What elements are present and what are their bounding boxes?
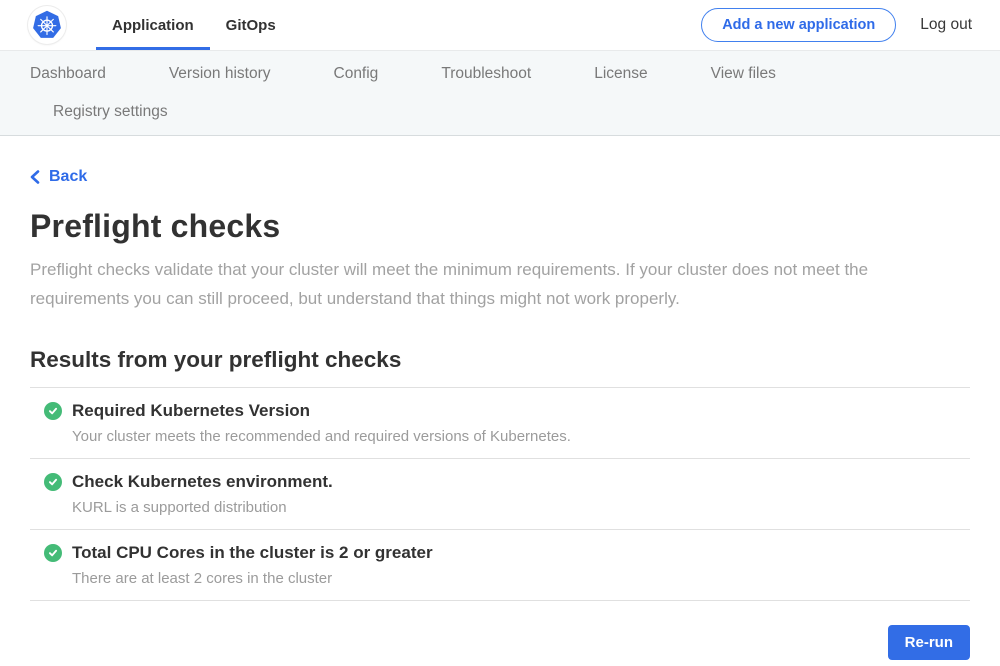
tab-application-label: Application [112, 17, 194, 34]
subnav-item-troubleshoot[interactable]: Troubleshoot [441, 61, 531, 87]
kubernetes-logo-icon [28, 6, 66, 44]
check-list: Required Kubernetes Version Your cluster… [30, 387, 970, 601]
tab-gitops[interactable]: GitOps [210, 0, 292, 50]
results-heading: Results from your preflight checks [30, 347, 970, 373]
tab-application[interactable]: Application [96, 0, 210, 50]
subnav-item-registry-settings[interactable]: Registry settings [53, 99, 168, 125]
check-circle-icon [44, 473, 62, 491]
subnav-item-license[interactable]: License [594, 61, 647, 87]
check-row-header: Required Kubernetes Version [44, 401, 970, 421]
admin-console-page: Application GitOps Add a new application… [0, 0, 1000, 660]
check-circle-icon [44, 544, 62, 562]
check-message: There are at least 2 cores in the cluste… [44, 570, 970, 587]
logout-link[interactable]: Log out [920, 16, 972, 34]
add-application-button[interactable]: Add a new application [701, 8, 896, 42]
top-nav-bar: Application GitOps Add a new application… [0, 0, 1000, 51]
check-message: KURL is a supported distribution [44, 499, 970, 516]
app-subnav: Dashboard Version history Config Trouble… [0, 51, 1000, 136]
rerun-button[interactable]: Re-run [888, 625, 970, 660]
check-title: Check Kubernetes environment. [72, 472, 333, 492]
subnav-row-1: Dashboard Version history Config Trouble… [30, 61, 970, 87]
check-row-cpu-cores: Total CPU Cores in the cluster is 2 or g… [30, 530, 970, 601]
check-circle-icon [44, 402, 62, 420]
page-title: Preflight checks [30, 208, 970, 245]
preflight-content: Back Preflight checks Preflight checks v… [0, 136, 1000, 660]
page-description: Preflight checks validate that your clus… [30, 255, 970, 313]
subnav-row-2: Registry settings [30, 99, 970, 125]
check-message: Your cluster meets the recommended and r… [44, 428, 970, 445]
check-title: Total CPU Cores in the cluster is 2 or g… [72, 543, 433, 563]
back-link-label: Back [49, 168, 87, 186]
subnav-item-version-history[interactable]: Version history [169, 61, 271, 87]
subnav-item-dashboard[interactable]: Dashboard [30, 61, 106, 87]
check-row-kubernetes-version: Required Kubernetes Version Your cluster… [30, 388, 970, 459]
footer-actions: Re-run [30, 625, 970, 660]
chevron-left-icon [30, 170, 40, 184]
check-row-kubernetes-environment: Check Kubernetes environment. KURL is a … [30, 459, 970, 530]
tab-gitops-label: GitOps [226, 17, 276, 34]
subnav-item-config[interactable]: Config [334, 61, 379, 87]
top-nav-actions: Add a new application Log out [701, 8, 972, 42]
primary-tabs: Application GitOps [96, 0, 292, 50]
back-link[interactable]: Back [30, 168, 87, 186]
check-title: Required Kubernetes Version [72, 401, 310, 421]
subnav-item-view-files[interactable]: View files [711, 61, 776, 87]
check-row-header: Total CPU Cores in the cluster is 2 or g… [44, 543, 970, 563]
check-row-header: Check Kubernetes environment. [44, 472, 970, 492]
